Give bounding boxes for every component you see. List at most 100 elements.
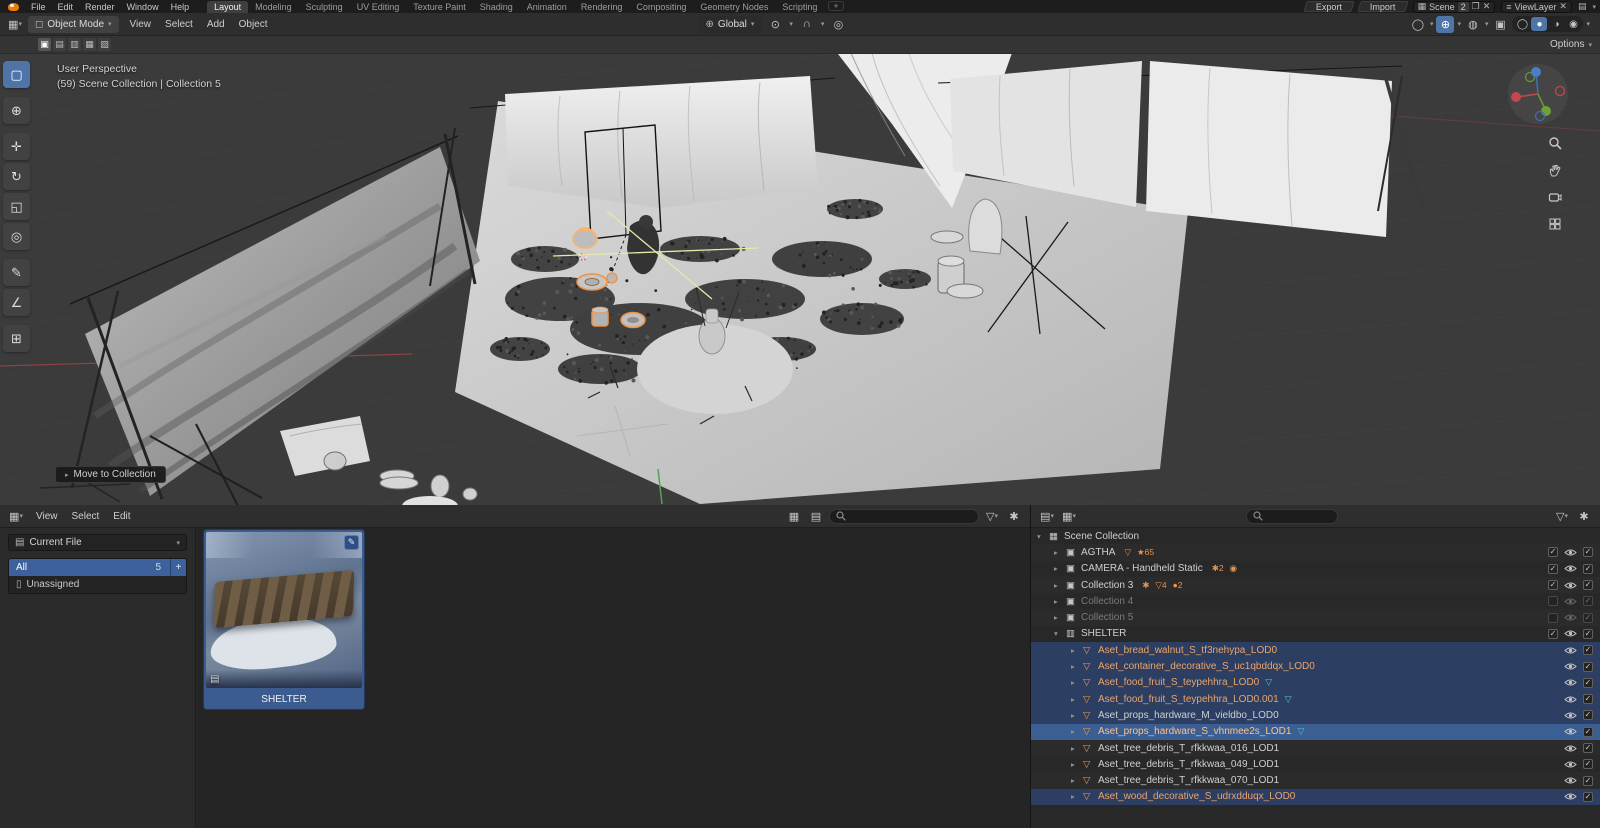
menu-window[interactable]: Window [121,1,165,13]
outliner-filter-funnel-icon[interactable]: ▽▾ [1553,508,1571,525]
disable-checkbox[interactable]: ✓ [1583,727,1593,737]
asset-search-input[interactable] [829,509,979,524]
outliner-row[interactable]: ▸▣Collection 4✓ [1031,593,1600,609]
exclude-checkbox[interactable]: ✓ [1548,580,1558,590]
hide-eye-icon[interactable] [1564,597,1577,606]
export-button[interactable]: Export [1304,1,1355,12]
hide-eye-icon[interactable] [1564,776,1577,785]
disable-checkbox[interactable]: ✓ [1583,596,1593,606]
outliner-row[interactable]: ▾▦Scene Collection [1031,528,1600,544]
overlays-dropdown-icon[interactable]: ▾ [1485,20,1489,28]
remove-viewlayer-icon[interactable]: ✕ [1559,1,1567,12]
outliner-search-input[interactable] [1246,509,1338,524]
scale-tool[interactable]: ◱ [3,193,30,220]
expand-arrow-icon[interactable]: ▾ [1037,532,1049,541]
hide-eye-icon[interactable] [1564,613,1577,622]
exclude-checkbox[interactable]: ✓ [1548,547,1558,557]
workspace-tab-texture-paint[interactable]: Texture Paint [406,1,473,13]
move-tool[interactable]: ✛ [3,133,30,160]
select-mode-extend-icon[interactable]: ▤ [53,38,66,51]
expand-arrow-icon[interactable]: ▸ [1071,744,1083,753]
disable-checkbox[interactable]: ✓ [1583,710,1593,720]
cursor-tool[interactable]: ⊕ [3,97,30,124]
outliner-row[interactable]: ▸▽Aset_tree_debris_T_rfkkwaa_049_LOD1✓ [1031,756,1600,772]
ortho-grid-icon[interactable] [1546,215,1564,233]
disable-checkbox[interactable]: ✓ [1583,613,1593,623]
hide-eye-icon[interactable] [1564,548,1577,557]
expand-arrow-icon[interactable]: ▸ [1054,581,1066,590]
annotate-tool[interactable]: ✎ [3,259,30,286]
hide-eye-icon[interactable] [1564,695,1577,704]
expand-arrow-icon[interactable]: ▸ [1054,564,1066,573]
measure-tool[interactable]: ∠ [3,289,30,316]
transform-orientation-selector[interactable]: ⊕ Global▾ [699,16,762,33]
add-workspace-button[interactable]: + [828,1,843,11]
filter-funnel-icon[interactable]: ▽▾ [983,508,1001,525]
hide-eye-icon[interactable] [1564,581,1577,590]
disable-checkbox[interactable]: ✓ [1583,564,1593,574]
expand-arrow-icon[interactable]: ▸ [1071,662,1083,671]
select-mode-intersect-icon[interactable]: ▧ [98,38,111,51]
exclude-checkbox[interactable]: ✓ [1548,564,1558,574]
outliner-row[interactable]: ▾▥SHELTER✓✓ [1031,626,1600,642]
outliner-row[interactable]: ▸▽Aset_props_hardware_S_vhnmee2s_LOD1▽✓ [1031,724,1600,740]
hide-eye-icon[interactable] [1564,711,1577,720]
unlink-scene-icon[interactable]: ✕ [1483,1,1491,12]
expand-arrow-icon[interactable]: ▸ [1054,548,1066,557]
select-mode-invert-icon[interactable]: ▦ [83,38,96,51]
blender-logo-icon[interactable] [8,3,19,11]
hide-eye-icon[interactable] [1564,727,1577,736]
asset-menu-edit[interactable]: Edit [106,511,137,522]
expand-arrow-icon[interactable]: ▸ [1071,727,1083,736]
disable-checkbox[interactable]: ✓ [1583,759,1593,769]
disable-checkbox[interactable]: ✓ [1583,743,1593,753]
copy-scene-icon[interactable]: ❐ [1472,1,1480,12]
workspace-tab-layout[interactable]: Layout [207,1,248,13]
add-catalog-button[interactable]: + [170,559,186,576]
catalog-unassigned[interactable]: ▯Unassigned [9,576,186,593]
hide-eye-icon[interactable] [1564,744,1577,753]
mode-selector[interactable]: ◻ Object Mode▾ [28,16,119,33]
rotate-tool[interactable]: ↻ [3,163,30,190]
viewport-menu-add[interactable]: Add [200,19,232,30]
add-cube-tool[interactable]: ⊞ [3,325,30,352]
extras-icon[interactable]: ▤ [1578,1,1587,12]
disable-checkbox[interactable]: ✓ [1583,678,1593,688]
workspace-tab-animation[interactable]: Animation [520,1,574,13]
shading-rendered-icon[interactable]: ◉ [1565,17,1581,31]
disable-checkbox[interactable]: ✓ [1583,694,1593,704]
shading-wireframe-icon[interactable]: ◯ [1514,17,1530,31]
display-size-icon[interactable]: ▤ [807,508,825,525]
outliner-row[interactable]: ▸▣Collection 3✱▽4●2✓✓ [1031,577,1600,593]
menu-render[interactable]: Render [79,1,121,13]
options-dropdown[interactable]: Options▾ [1550,39,1592,50]
outliner-row[interactable]: ▸▽Aset_tree_debris_T_rfkkwaa_070_LOD1✓ [1031,772,1600,788]
outliner-row[interactable]: ▸▽Aset_food_fruit_S_teypehhra_LOD0▽✓ [1031,675,1600,691]
zoom-icon[interactable] [1546,134,1564,152]
hide-eye-icon[interactable] [1564,792,1577,801]
disable-checkbox[interactable]: ✓ [1583,792,1593,802]
hide-eye-icon[interactable] [1564,646,1577,655]
expand-arrow-icon[interactable]: ▾ [1054,629,1066,638]
viewport-menu-view[interactable]: View [123,19,159,30]
workspace-tab-shading[interactable]: Shading [473,1,520,13]
viewlayer-selector[interactable]: ≡ ViewLayer ✕ [1501,1,1572,13]
display-grid-icon[interactable]: ▦ [785,508,803,525]
outliner-row[interactable]: ▸▣Collection 5✓ [1031,609,1600,625]
chevron-down-icon[interactable]: ▾ [1592,3,1596,11]
shading-solid-icon[interactable]: ● [1531,17,1547,31]
display-mode-icon[interactable]: ▦▾ [1060,508,1078,525]
select-mode-subtract-icon[interactable]: ▥ [68,38,81,51]
visibility-dropdown-icon[interactable]: ▾ [1430,20,1434,28]
outliner-row[interactable]: ▸▽Aset_bread_walnut_S_tf3nehypa_LOD0✓ [1031,642,1600,658]
outliner-row[interactable]: ▸▽Aset_food_fruit_S_teypehhra_LOD0.001▽✓ [1031,691,1600,707]
gizmos-icon[interactable]: ⊕ [1436,16,1454,33]
workspace-tab-modeling[interactable]: Modeling [248,1,299,13]
menu-file[interactable]: File [25,1,52,13]
asset-grid[interactable]: ✎ ▤ SHELTER [197,528,1030,828]
pan-hand-icon[interactable] [1546,161,1564,179]
expand-arrow-icon[interactable]: ▸ [1054,613,1066,622]
outliner-row[interactable]: ▸▽Aset_props_hardware_M_vieldbo_LOD0✓ [1031,707,1600,723]
outliner-settings-icon[interactable]: ✱ [1575,508,1593,525]
object-visibility-icon[interactable]: ◯ [1409,16,1427,33]
